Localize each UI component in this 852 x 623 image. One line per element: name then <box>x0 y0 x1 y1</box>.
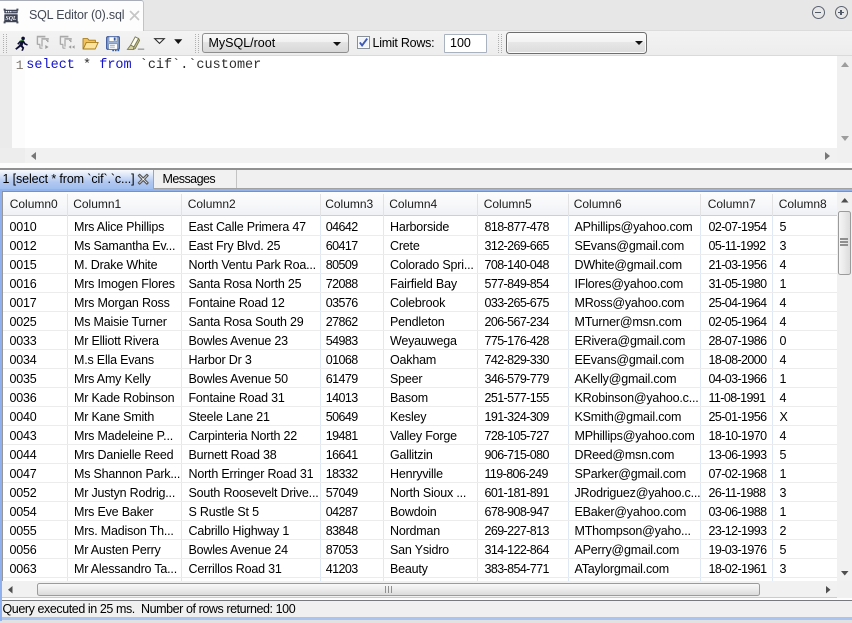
svg-text:SQL: SQL <box>6 16 17 22</box>
